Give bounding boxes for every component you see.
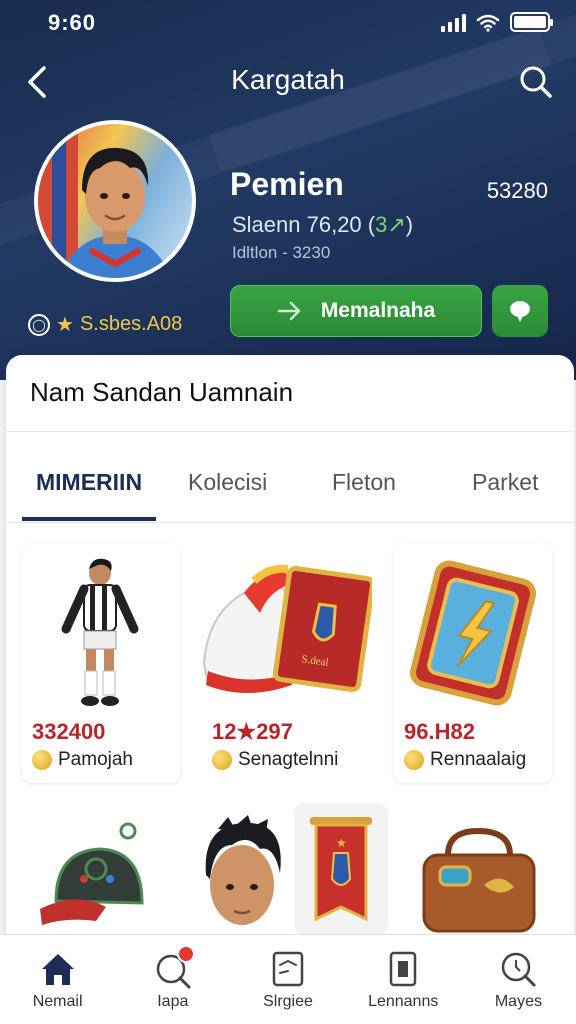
status-bar: 9:60 [0, 8, 576, 38]
status-icons [441, 12, 553, 32]
nav-label: Slrgiee [263, 993, 313, 1010]
tab-kolecisi[interactable]: Kolecisi [188, 469, 267, 496]
nav-label: Lennanns [368, 993, 439, 1010]
profile-subtitle: Idltlon - 3230 [232, 243, 331, 262]
search-icon [520, 66, 552, 98]
item-name: Rennaalaig [430, 749, 527, 770]
document-icon [272, 951, 304, 987]
notification-badge [176, 945, 195, 963]
arrow-right-icon [277, 301, 301, 321]
coin-icon [32, 750, 52, 770]
content-card: Nam Sandan Uamnain MIMERIIN Kolecisi Fle… [6, 355, 574, 955]
tab-parket[interactable]: Parket [472, 469, 538, 496]
active-tab-indicator [22, 517, 156, 521]
divider [6, 431, 574, 432]
coin-icon [212, 750, 232, 770]
search-icon [502, 952, 536, 987]
profile-score: 53280 [486, 178, 548, 203]
boots-and-card-icon: S.deal [202, 564, 372, 693]
item-price: 332400 [32, 719, 106, 744]
coin-icon [404, 750, 424, 770]
tab-mimeriin[interactable]: MIMERIIN [36, 469, 142, 496]
nav-item-mayes[interactable]: Mayes [461, 935, 576, 1024]
item-label: Rennaalaig [404, 749, 526, 771]
cap-icon [40, 822, 144, 925]
follow-button-label: Memalnaha [320, 299, 436, 322]
follow-button[interactable]: Memalnaha [230, 285, 482, 337]
nav-label: Nemail [32, 993, 83, 1010]
nav-label: Mayes [494, 993, 542, 1010]
golden-card-icon [410, 560, 536, 706]
svg-text:★: ★ [336, 836, 347, 850]
info-icon: ◯ [28, 313, 50, 336]
home-icon [41, 954, 74, 985]
player-face-icon [205, 815, 281, 925]
item-label: Pamojah [32, 749, 133, 771]
nav-item-home[interactable]: Nemail [0, 935, 115, 1024]
item-price: 96.H82 [404, 719, 475, 744]
profile-season-text: Slaenn 76,20 ( [232, 212, 376, 237]
item-label: Senagtelnni [212, 749, 338, 771]
search-button[interactable] [516, 62, 556, 102]
player-figure-icon [61, 558, 139, 706]
nav-item-lennanns[interactable]: Lennanns [346, 935, 461, 1024]
battery-icon [510, 12, 553, 32]
profile-name: Pemien [230, 166, 344, 202]
item-name: Pamojah [58, 749, 133, 770]
nav-label: Iapa [157, 993, 189, 1010]
profile-header: 9:60 Kargatah Pemien 53280 Slaenn 76,20 … [0, 0, 576, 380]
shop-item[interactable]: ★ [294, 803, 388, 935]
nav-item-slrgiee[interactable]: Slrgiee [230, 935, 345, 1024]
item-price: 12★297 [212, 719, 293, 744]
shop-item[interactable]: 96.H82 Rennaalaig [394, 543, 552, 783]
page-title: Kargatah [231, 64, 345, 95]
shop-item[interactable]: 332400 Pamojah [22, 543, 180, 783]
wifi-icon [476, 14, 500, 32]
nav-item-iapa[interactable]: Iapa [115, 935, 230, 1024]
section-title: Nam Sandan Uamnain [30, 377, 294, 407]
banner-icon: ★ [310, 817, 372, 922]
tab-bar: MIMERIIN Kolecisi Fleton Parket [6, 455, 574, 523]
chat-bubble-icon [510, 301, 530, 322]
profile-season-trend: 3↗ [375, 212, 406, 237]
bag-icon [422, 827, 536, 933]
chat-button[interactable] [492, 285, 548, 337]
bottom-nav: Nemail Iapa Slrgiee Lennanns Mayes [0, 934, 576, 1024]
profile-season-end: ) [405, 212, 414, 237]
star-icon: ★ [56, 314, 74, 336]
shop-item[interactable]: S.deal 12★297 Senagtelnni [202, 543, 372, 783]
signal-icon [441, 14, 466, 32]
item-name: Senagtelnni [238, 749, 339, 770]
card-icon [389, 951, 417, 987]
status-time: 9:60 [48, 10, 97, 35]
tab-fleton[interactable]: Fleton [332, 469, 396, 496]
player-portrait-icon [38, 124, 172, 278]
badge-text: S.sbes.A08 [79, 313, 183, 335]
profile-badge: ◯ ★ S.sbes.A08 [28, 312, 182, 337]
profile-season: Slaenn 76,20 (3↗) [232, 212, 413, 238]
avatar[interactable] [34, 120, 196, 282]
